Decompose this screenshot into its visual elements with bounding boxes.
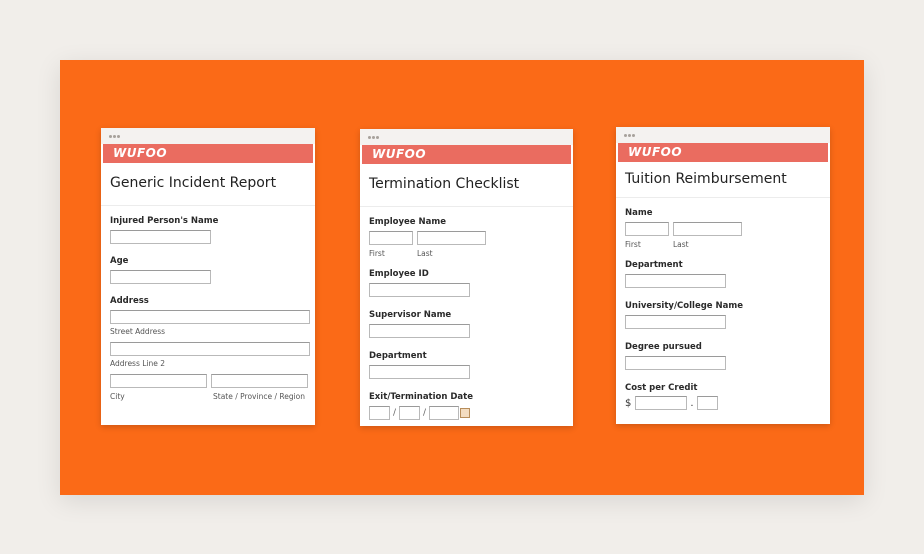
university-input[interactable] xyxy=(625,315,726,329)
department-input[interactable] xyxy=(369,365,470,379)
form-title: Generic Incident Report xyxy=(110,175,277,191)
window-chrome xyxy=(616,127,830,143)
wufoo-logo: WUFOO xyxy=(372,147,427,161)
brand-bar: WUFOO xyxy=(362,145,571,164)
title-divider xyxy=(360,206,573,207)
window-dot-icon xyxy=(376,136,379,139)
field-label: University/College Name xyxy=(625,301,743,311)
field-sublabel: Street Address xyxy=(110,327,166,336)
calendar-icon[interactable] xyxy=(460,408,471,418)
field-label: Degree pursued xyxy=(625,342,702,352)
department-input[interactable] xyxy=(625,274,726,288)
field-label: Department xyxy=(369,351,427,361)
wufoo-logo: WUFOO xyxy=(628,145,683,159)
date-separator: / xyxy=(393,408,397,418)
window-chrome xyxy=(360,129,573,145)
first-name-input[interactable] xyxy=(369,231,413,245)
injured-name-input[interactable] xyxy=(110,230,211,244)
field-label: Supervisor Name xyxy=(369,310,452,320)
date-separator: / xyxy=(423,408,427,418)
window-chrome xyxy=(101,128,315,144)
employee-id-input[interactable] xyxy=(369,283,470,297)
window-dot-icon xyxy=(628,134,631,137)
city-input[interactable] xyxy=(110,374,207,388)
brand-bar: WUFOO xyxy=(103,144,313,163)
field-sublabel: First xyxy=(625,240,641,249)
last-name-input[interactable] xyxy=(417,231,486,245)
field-sublabel: Last xyxy=(417,249,433,258)
cost-cents-input[interactable] xyxy=(696,396,718,410)
window-dot-icon xyxy=(372,136,375,139)
field-sublabel: First xyxy=(369,249,385,258)
first-name-input[interactable] xyxy=(625,222,669,236)
address-line2-input[interactable] xyxy=(110,342,310,356)
field-label: Injured Person's Name xyxy=(110,216,219,226)
street-address-input[interactable] xyxy=(110,310,310,324)
field-label: Department xyxy=(625,260,683,270)
form-title: Tuition Reimbursement xyxy=(625,171,787,187)
field-sublabel: State / Province / Region xyxy=(213,392,306,401)
date-month-input[interactable] xyxy=(369,406,390,420)
decimal-separator: . xyxy=(690,397,694,409)
field-label: Employee Name xyxy=(369,217,447,227)
termination-checklist-form-preview[interactable]: WUFOO Termination Checklist Employee Nam… xyxy=(360,129,573,426)
cost-dollars-input[interactable] xyxy=(635,396,688,410)
brand-bar: WUFOO xyxy=(618,143,828,162)
field-label: Address xyxy=(110,296,149,306)
window-dot-icon xyxy=(624,134,627,137)
window-dot-icon xyxy=(113,135,116,138)
incident-report-form-preview[interactable]: WUFOO Generic Incident Report Injured Pe… xyxy=(101,128,315,425)
wufoo-logo: WUFOO xyxy=(113,146,168,160)
age-input[interactable] xyxy=(110,270,211,284)
tuition-reimbursement-form-preview[interactable]: WUFOO Tuition Reimbursement Name First L… xyxy=(616,127,830,424)
last-name-input[interactable] xyxy=(673,222,742,236)
window-dot-icon xyxy=(117,135,120,138)
form-title: Termination Checklist xyxy=(369,176,520,192)
date-day-input[interactable] xyxy=(399,406,421,420)
window-dot-icon xyxy=(109,135,112,138)
degree-input[interactable] xyxy=(625,356,726,370)
field-label: Name xyxy=(625,208,653,218)
field-sublabel: Address Line 2 xyxy=(110,359,166,368)
title-divider xyxy=(101,205,315,206)
field-label: Age xyxy=(110,256,129,266)
field-label: Exit/Termination Date xyxy=(369,392,474,402)
window-dot-icon xyxy=(632,134,635,137)
field-sublabel: Last xyxy=(673,240,689,249)
field-label: Employee ID xyxy=(369,269,429,279)
window-dot-icon xyxy=(368,136,371,139)
field-sublabel: City xyxy=(110,392,125,401)
supervisor-name-input[interactable] xyxy=(369,324,470,338)
currency-symbol: $ xyxy=(625,397,632,409)
date-year-input[interactable] xyxy=(429,406,460,420)
title-divider xyxy=(616,197,830,198)
state-input[interactable] xyxy=(211,374,308,388)
field-label: Cost per Credit xyxy=(625,383,698,393)
orange-showcase-panel: WUFOO Generic Incident Report Injured Pe… xyxy=(60,60,864,495)
